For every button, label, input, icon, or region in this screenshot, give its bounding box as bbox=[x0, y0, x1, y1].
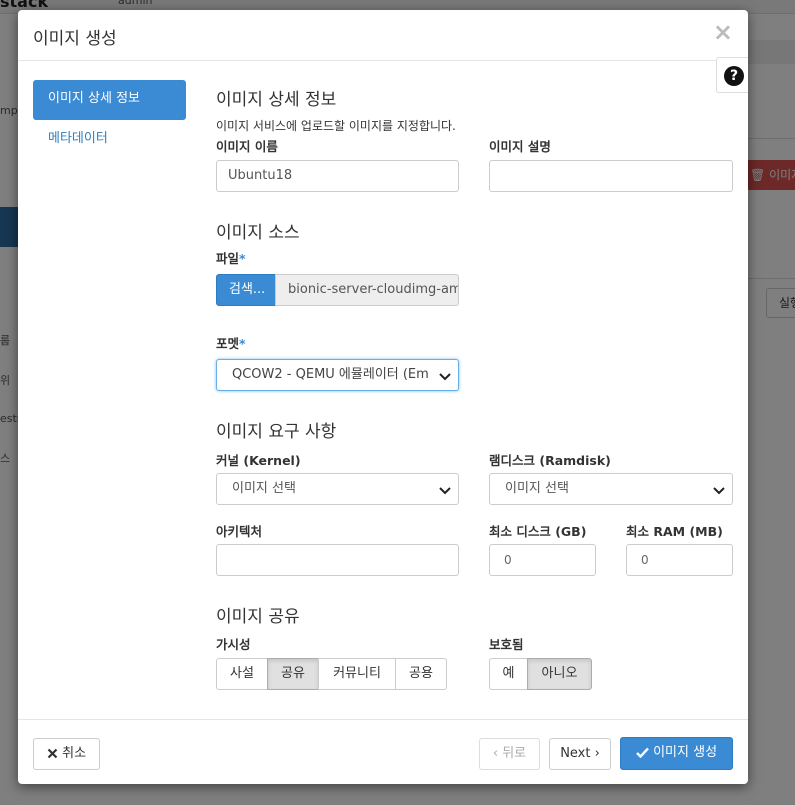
create-image-dialog: 이미지 생성 × ? 이미지 상세 정보 메타데이터 이미지 상세 정보 이미지… bbox=[18, 10, 748, 784]
modal-header: 이미지 생성 × bbox=[18, 10, 748, 61]
section-title-image-requirements: 이미지 요구 사항 bbox=[216, 422, 337, 442]
kernel-label: 커널 (Kernel) bbox=[216, 453, 301, 468]
section-title-image-sharing: 이미지 공유 bbox=[216, 607, 300, 627]
architecture-label: 아키텍처 bbox=[216, 524, 263, 539]
chevron-down-icon bbox=[439, 487, 451, 495]
min-disk-input[interactable]: 0 bbox=[489, 544, 596, 576]
section-title-image-source: 이미지 소스 bbox=[216, 223, 300, 243]
file-label: 파일* bbox=[216, 251, 246, 266]
image-description-input[interactable] bbox=[489, 160, 733, 192]
architecture-input[interactable] bbox=[216, 544, 459, 576]
image-name-input[interactable]: Ubuntu18 bbox=[216, 160, 459, 192]
question-circle-icon: ? bbox=[724, 66, 744, 86]
visibility-option-community[interactable]: 커뮤니티 bbox=[318, 658, 396, 690]
chevron-down-icon bbox=[439, 373, 451, 381]
visibility-option-public[interactable]: 공용 bbox=[395, 658, 447, 690]
visibility-label: 가시성 bbox=[216, 637, 251, 652]
next-button[interactable]: Next › bbox=[549, 738, 611, 770]
create-image-button[interactable]: 이미지 생성 bbox=[620, 737, 733, 770]
ramdisk-label: 램디스크 (Ramdisk) bbox=[489, 453, 611, 468]
protected-option-yes[interactable]: 예 bbox=[489, 658, 528, 690]
visibility-option-shared[interactable]: 공유 bbox=[267, 658, 319, 690]
format-label: 포멧* bbox=[216, 336, 246, 351]
protected-option-no[interactable]: 아니오 bbox=[527, 658, 592, 690]
modal-title: 이미지 생성 bbox=[33, 29, 117, 49]
close-icon[interactable]: × bbox=[713, 20, 733, 44]
cancel-button[interactable]: 취소 bbox=[33, 738, 100, 770]
min-ram-label: 최소 RAM (MB) bbox=[626, 524, 723, 539]
help-text: 이미지 서비스에 업로드할 이미지를 지정합니다. bbox=[216, 119, 456, 133]
required-asterisk: * bbox=[239, 336, 246, 351]
format-select[interactable]: QCOW2 - QEMU 에뮬레이터 (Em bbox=[216, 359, 459, 391]
image-description-label: 이미지 설명 bbox=[489, 139, 551, 154]
section-title-image-details: 이미지 상세 정보 bbox=[216, 90, 337, 110]
image-name-label: 이미지 이름 bbox=[216, 139, 278, 154]
back-button[interactable]: ‹ 뒤로 bbox=[479, 738, 540, 770]
protected-button-group: 예 아니오 bbox=[489, 658, 592, 690]
required-asterisk: * bbox=[239, 251, 246, 266]
close-icon bbox=[47, 748, 58, 759]
nav-item-metadata[interactable]: 메타데이터 bbox=[33, 120, 186, 160]
nav-item-image-details[interactable]: 이미지 상세 정보 bbox=[33, 80, 186, 120]
help-button[interactable]: ? bbox=[716, 57, 748, 93]
visibility-option-private[interactable]: 사설 bbox=[216, 658, 268, 690]
file-name-display: bionic-server-cloudimg-am bbox=[275, 274, 459, 306]
browse-button[interactable]: 검색... bbox=[216, 274, 276, 306]
ramdisk-select[interactable]: 이미지 선택 bbox=[489, 473, 733, 505]
protected-label: 보호됨 bbox=[489, 637, 524, 652]
visibility-button-group: 사설 공유 커뮤니티 공용 bbox=[216, 658, 447, 690]
chevron-down-icon bbox=[713, 487, 725, 495]
modal-footer: 취소 ‹ 뒤로 Next › 이미지 생성 bbox=[18, 719, 748, 784]
min-ram-input[interactable]: 0 bbox=[626, 544, 733, 576]
check-icon bbox=[636, 747, 649, 759]
min-disk-label: 최소 디스크 (GB) bbox=[489, 524, 587, 539]
kernel-select[interactable]: 이미지 선택 bbox=[216, 473, 459, 505]
